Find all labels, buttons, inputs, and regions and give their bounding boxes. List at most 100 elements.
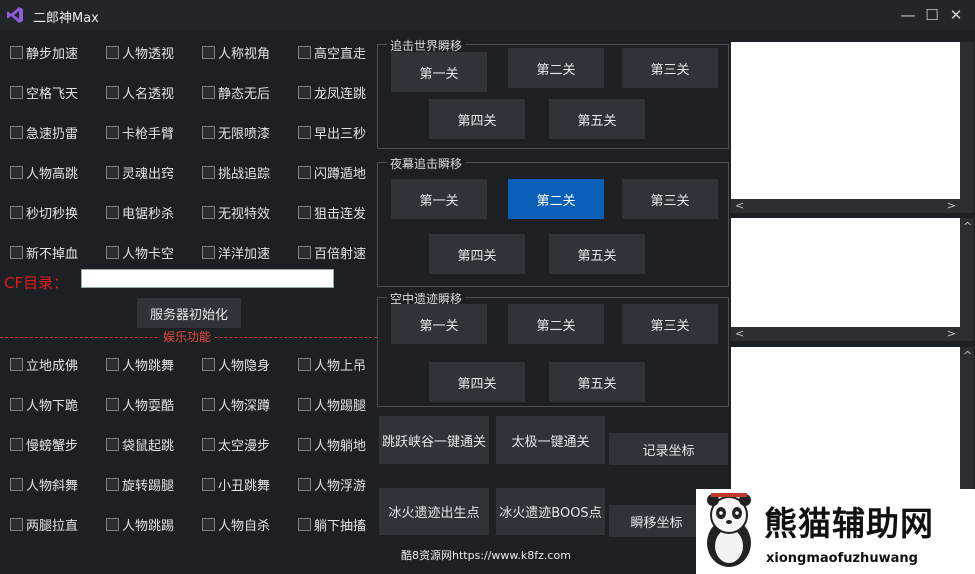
fun-checkbox[interactable]: 慢螃蟹步 (10, 434, 78, 454)
checkbox-icon[interactable] (202, 437, 215, 451)
level-button-2[interactable]: 第二关 (508, 48, 604, 88)
features-checkbox[interactable]: 龙凤连跳 (298, 82, 366, 102)
checkbox-icon[interactable] (202, 125, 215, 139)
scroll-up-icon[interactable]: ^ (963, 349, 972, 362)
checkbox-icon[interactable] (298, 165, 311, 179)
features-checkbox[interactable]: 百倍射速 (298, 242, 366, 262)
checkbox-icon[interactable] (106, 245, 119, 259)
fun-checkbox[interactable]: 太空漫步 (202, 434, 270, 454)
fun-checkbox[interactable]: 人物躺地 (298, 434, 366, 454)
cf-directory-input[interactable] (81, 269, 334, 288)
checkbox-icon[interactable] (106, 437, 119, 451)
features-checkbox[interactable]: 秒切秒换 (10, 202, 78, 222)
features-checkbox[interactable]: 挑战追踪 (202, 162, 270, 182)
checkbox-icon[interactable] (298, 397, 311, 411)
checkbox-icon[interactable] (202, 357, 215, 371)
fun-checkbox[interactable]: 人物下跪 (10, 394, 78, 414)
checkbox-icon[interactable] (106, 45, 119, 59)
fun-checkbox[interactable]: 袋鼠起跳 (106, 434, 174, 454)
features-checkbox[interactable]: 无限喷漆 (202, 122, 270, 142)
checkbox-icon[interactable] (298, 477, 311, 491)
features-checkbox[interactable]: 早出三秒 (298, 122, 366, 142)
checkbox-icon[interactable] (298, 245, 311, 259)
checkbox-icon[interactable] (298, 125, 311, 139)
checkbox-icon[interactable] (202, 165, 215, 179)
list-1-vscrollbar[interactable] (960, 42, 974, 213)
level-button-4[interactable]: 第四关 (429, 99, 525, 139)
level-button-3[interactable]: 第三关 (622, 304, 718, 344)
level-button-2[interactable]: 第二关 (508, 179, 604, 219)
server-init-button[interactable]: 服务器初始化 (137, 298, 241, 328)
scroll-right-icon[interactable]: > (947, 327, 956, 340)
features-checkbox[interactable]: 闪蹲遁地 (298, 162, 366, 182)
coords-list-1[interactable] (731, 42, 960, 199)
checkbox-icon[interactable] (10, 125, 23, 139)
checkbox-icon[interactable] (298, 205, 311, 219)
level-button-5[interactable]: 第五关 (549, 99, 645, 139)
close-icon[interactable]: ✕ (944, 4, 968, 26)
features-checkbox[interactable]: 空格飞天 (10, 82, 78, 102)
checkbox-icon[interactable] (10, 85, 23, 99)
level-button-5[interactable]: 第五关 (549, 234, 645, 274)
fun-checkbox[interactable]: 人物耍酷 (106, 394, 174, 414)
fun-checkbox[interactable]: 旋转踢腿 (106, 474, 174, 494)
fun-checkbox[interactable]: 立地成佛 (10, 354, 78, 374)
checkbox-icon[interactable] (10, 397, 23, 411)
features-checkbox[interactable]: 静步加速 (10, 42, 78, 62)
features-checkbox[interactable]: 人物卡空 (106, 242, 174, 262)
checkbox-icon[interactable] (10, 357, 23, 371)
checkbox-icon[interactable] (10, 245, 23, 259)
ice-spawn-button[interactable]: 冰火遗迹出生点 (379, 488, 489, 535)
scroll-right-icon[interactable]: > (947, 199, 956, 212)
fun-checkbox[interactable]: 人物斜舞 (10, 474, 78, 494)
fun-checkbox[interactable]: 人物踢腿 (298, 394, 366, 414)
features-checkbox[interactable]: 卡枪手臂 (106, 122, 174, 142)
level-button-3[interactable]: 第三关 (622, 48, 718, 88)
ice-boss-button[interactable]: 冰火遗迹BOOS点 (496, 488, 605, 535)
list-2-hscrollbar[interactable]: < > (731, 327, 960, 341)
list-3-vscrollbar[interactable]: ^ (960, 347, 974, 489)
fun-checkbox[interactable]: 人物跳踢 (106, 514, 174, 534)
checkbox-icon[interactable] (202, 517, 215, 531)
checkbox-icon[interactable] (106, 357, 119, 371)
coords-list-2[interactable] (731, 218, 960, 327)
checkbox-icon[interactable] (10, 45, 23, 59)
level-button-5[interactable]: 第五关 (549, 362, 645, 402)
checkbox-icon[interactable] (202, 477, 215, 491)
features-checkbox[interactable]: 人物高跳 (10, 162, 78, 182)
features-checkbox[interactable]: 急速扔雷 (10, 122, 78, 142)
checkbox-icon[interactable] (10, 477, 23, 491)
features-checkbox[interactable]: 狙击连发 (298, 202, 366, 222)
features-checkbox[interactable]: 电锯秒杀 (106, 202, 174, 222)
features-checkbox[interactable]: 静态无后 (202, 82, 270, 102)
record-coords-button[interactable]: 记录坐标 (609, 433, 728, 465)
scroll-up-icon[interactable]: ^ (963, 220, 972, 233)
taiji-button[interactable]: 太极一键通关 (496, 416, 605, 464)
features-checkbox[interactable]: 新不掉血 (10, 242, 78, 262)
checkbox-icon[interactable] (298, 517, 311, 531)
fun-checkbox[interactable]: 人物深蹲 (202, 394, 270, 414)
checkbox-icon[interactable] (106, 205, 119, 219)
scroll-left-icon[interactable]: < (735, 199, 744, 212)
checkbox-icon[interactable] (106, 477, 119, 491)
jump-canyon-button[interactable]: 跳跃峡谷一键通关 (379, 416, 489, 464)
checkbox-icon[interactable] (10, 165, 23, 179)
scroll-left-icon[interactable]: < (735, 327, 744, 340)
features-checkbox[interactable]: 灵魂出窍 (106, 162, 174, 182)
level-button-1[interactable]: 第一关 (391, 52, 487, 92)
checkbox-icon[interactable] (298, 85, 311, 99)
fun-checkbox[interactable]: 人物上吊 (298, 354, 366, 374)
list-1-hscrollbar[interactable]: < > (731, 199, 960, 213)
level-button-4[interactable]: 第四关 (429, 362, 525, 402)
fun-checkbox[interactable]: 小丑跳舞 (202, 474, 270, 494)
checkbox-icon[interactable] (202, 45, 215, 59)
fun-checkbox[interactable]: 躺下抽搐 (298, 514, 366, 534)
checkbox-icon[interactable] (10, 437, 23, 451)
fun-checkbox[interactable]: 两腿拉直 (10, 514, 78, 534)
fun-checkbox[interactable]: 人物隐身 (202, 354, 270, 374)
checkbox-icon[interactable] (10, 517, 23, 531)
features-checkbox[interactable]: 无视特效 (202, 202, 270, 222)
features-checkbox[interactable]: 洋洋加速 (202, 242, 270, 262)
minimize-icon[interactable]: — (896, 4, 920, 26)
checkbox-icon[interactable] (298, 45, 311, 59)
